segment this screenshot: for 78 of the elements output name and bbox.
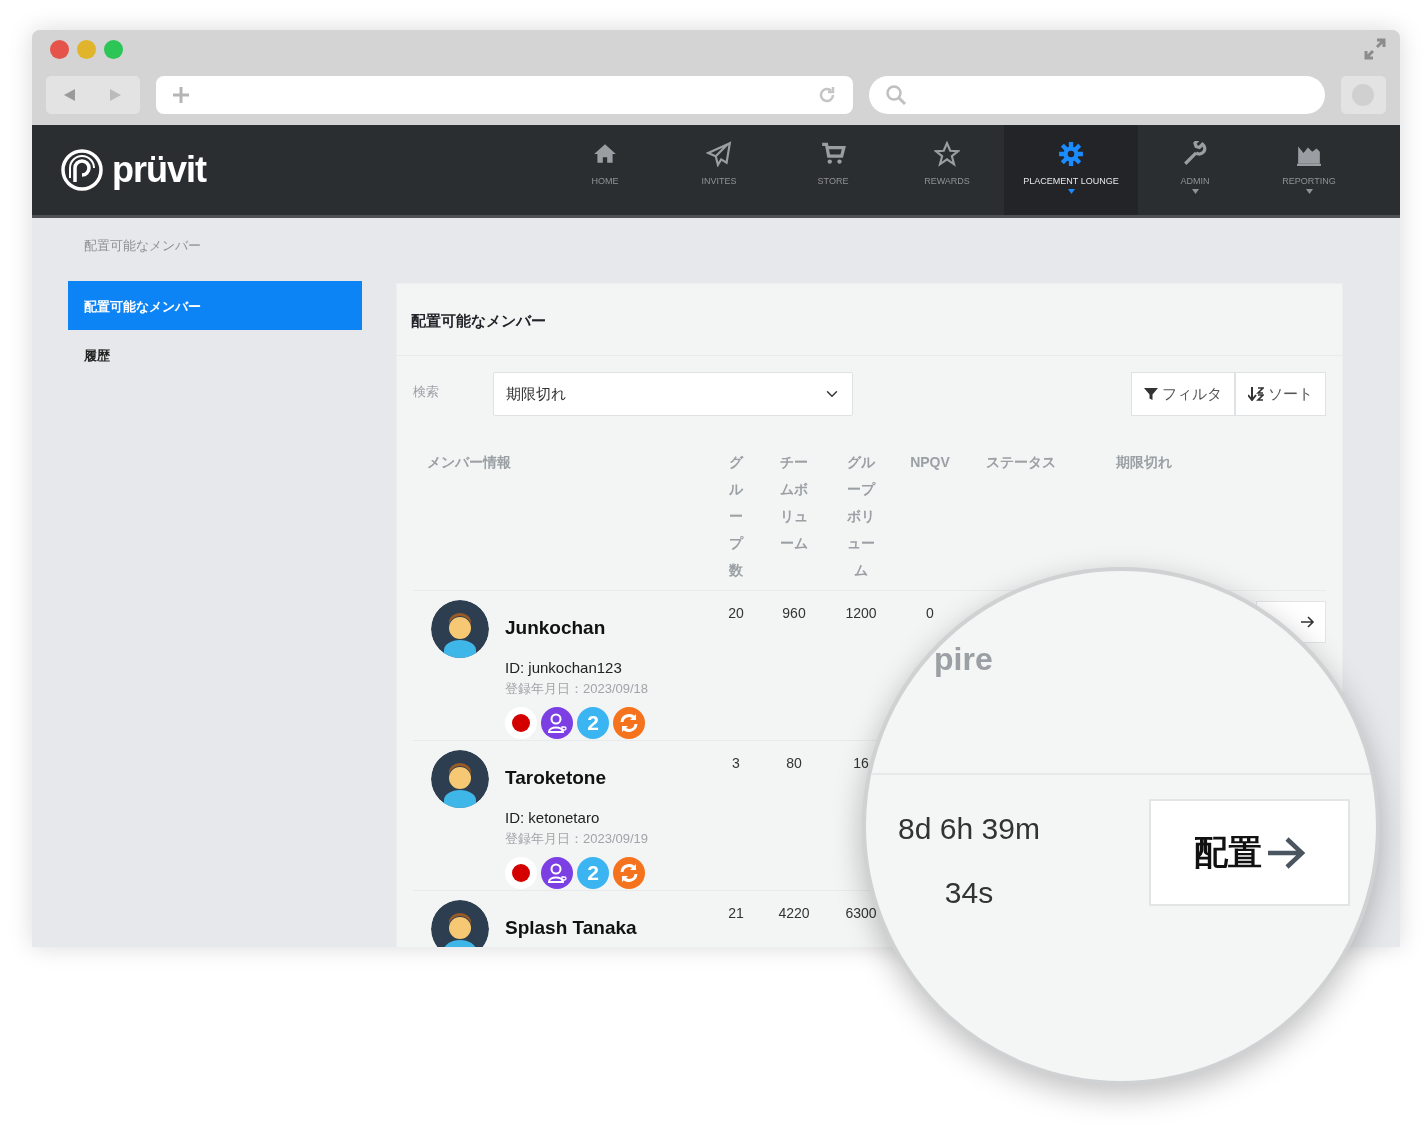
avatar-icon [431, 600, 489, 658]
nav-item[interactable]: HOME [548, 125, 662, 215]
close-window-dot[interactable] [50, 39, 69, 59]
plus-icon[interactable] [171, 86, 190, 104]
registration-date: 登録年月日：2023/09/19 [505, 830, 649, 848]
minimize-window-dot[interactable] [77, 39, 96, 59]
member-name: Junkochan [505, 616, 607, 640]
sidebar-item[interactable]: 履歴 [68, 330, 362, 379]
status-text: pire [934, 641, 993, 677]
gear-icon [1058, 141, 1084, 167]
avatar-icon [431, 750, 489, 808]
status-dot [505, 706, 537, 739]
column-header: メンバー情報 [427, 453, 511, 472]
table-cell: 3 [732, 755, 740, 771]
place-button[interactable]: 配置 [1149, 799, 1350, 906]
table-cell: 1200 [845, 605, 877, 621]
table-cell: 0 [926, 605, 934, 621]
number-badge: 2 [577, 856, 609, 889]
column-header: NPQV [910, 453, 950, 472]
arrow-icon [1301, 616, 1315, 628]
nav-item[interactable]: INVITES [662, 125, 776, 215]
caret-icon [1067, 188, 1075, 194]
sidebar-item[interactable]: 配置可能なメンバー [68, 281, 362, 330]
logo-text: prüvit [112, 148, 206, 192]
sync-icon [613, 706, 645, 739]
back-icon[interactable] [62, 88, 77, 102]
table-cell: 80 [786, 755, 802, 771]
paper-plane-icon [706, 141, 732, 167]
search-bar[interactable] [869, 76, 1325, 114]
column-header: ステータス [986, 453, 1056, 472]
nav-item[interactable]: ADMIN [1138, 125, 1252, 215]
nav-item[interactable]: REPORTING [1252, 125, 1366, 215]
nav-item[interactable]: STORE [776, 125, 890, 215]
table-cell: 20 [728, 605, 744, 621]
table-cell: 6300 [845, 905, 877, 921]
expand-icon[interactable] [1364, 38, 1386, 60]
user-badge-icon [541, 856, 573, 889]
search-icon[interactable] [885, 84, 908, 106]
star-icon [934, 141, 960, 167]
search-label: 検索 [413, 383, 440, 401]
member-name: Splash Tanaka [505, 916, 637, 940]
member-name: Taroketone [505, 766, 607, 790]
countdown-text: 8d 6h 39m [897, 811, 1041, 847]
logo-icon [60, 148, 104, 192]
table-cell: 960 [782, 605, 806, 621]
breadcrumb: 配置可能なメンバー [83, 237, 202, 255]
back-forward-buttons[interactable] [46, 76, 140, 114]
search-select[interactable]: 期限切れ [493, 372, 853, 416]
status-dot [505, 856, 537, 889]
countdown-text: 34s [943, 875, 995, 911]
member-id: ID: ketonetaro [505, 807, 601, 828]
address-bar[interactable] [155, 76, 854, 114]
column-header: チームボリューム [779, 453, 809, 553]
number-badge: 2 [577, 706, 609, 739]
nav-item[interactable]: REWARDS [890, 125, 1004, 215]
column-header: グループボリューム [846, 453, 876, 580]
filter-icon [1144, 387, 1158, 401]
caret-icon [1305, 188, 1313, 194]
sort-icon [1248, 387, 1264, 401]
filter-button[interactable]: フィルタ [1131, 372, 1235, 416]
cart-icon [820, 141, 846, 167]
arrow-icon [1265, 835, 1306, 870]
avatar-icon [431, 900, 489, 947]
maximize-window-dot[interactable] [104, 39, 123, 59]
user-badge-icon [541, 706, 573, 739]
sort-button[interactable]: ソート [1235, 372, 1326, 416]
member-id: ID: junkochan123 [505, 657, 623, 678]
table-cell: 16 [853, 755, 869, 771]
nav-item[interactable]: PLACEMENT LOUNGE [1004, 125, 1138, 215]
column-header: 期限切れ [1116, 453, 1172, 472]
table-cell: 4220 [778, 905, 810, 921]
column-header: グループ数 [728, 453, 744, 580]
card-title: 配置可能なメンバー [397, 284, 1342, 356]
wrench-icon [1182, 141, 1208, 167]
table-cell: 21 [728, 905, 744, 921]
sync-icon [613, 856, 645, 889]
registration-date: 登録年月日：2023/09/18 [505, 680, 649, 698]
caret-icon [1191, 188, 1199, 194]
